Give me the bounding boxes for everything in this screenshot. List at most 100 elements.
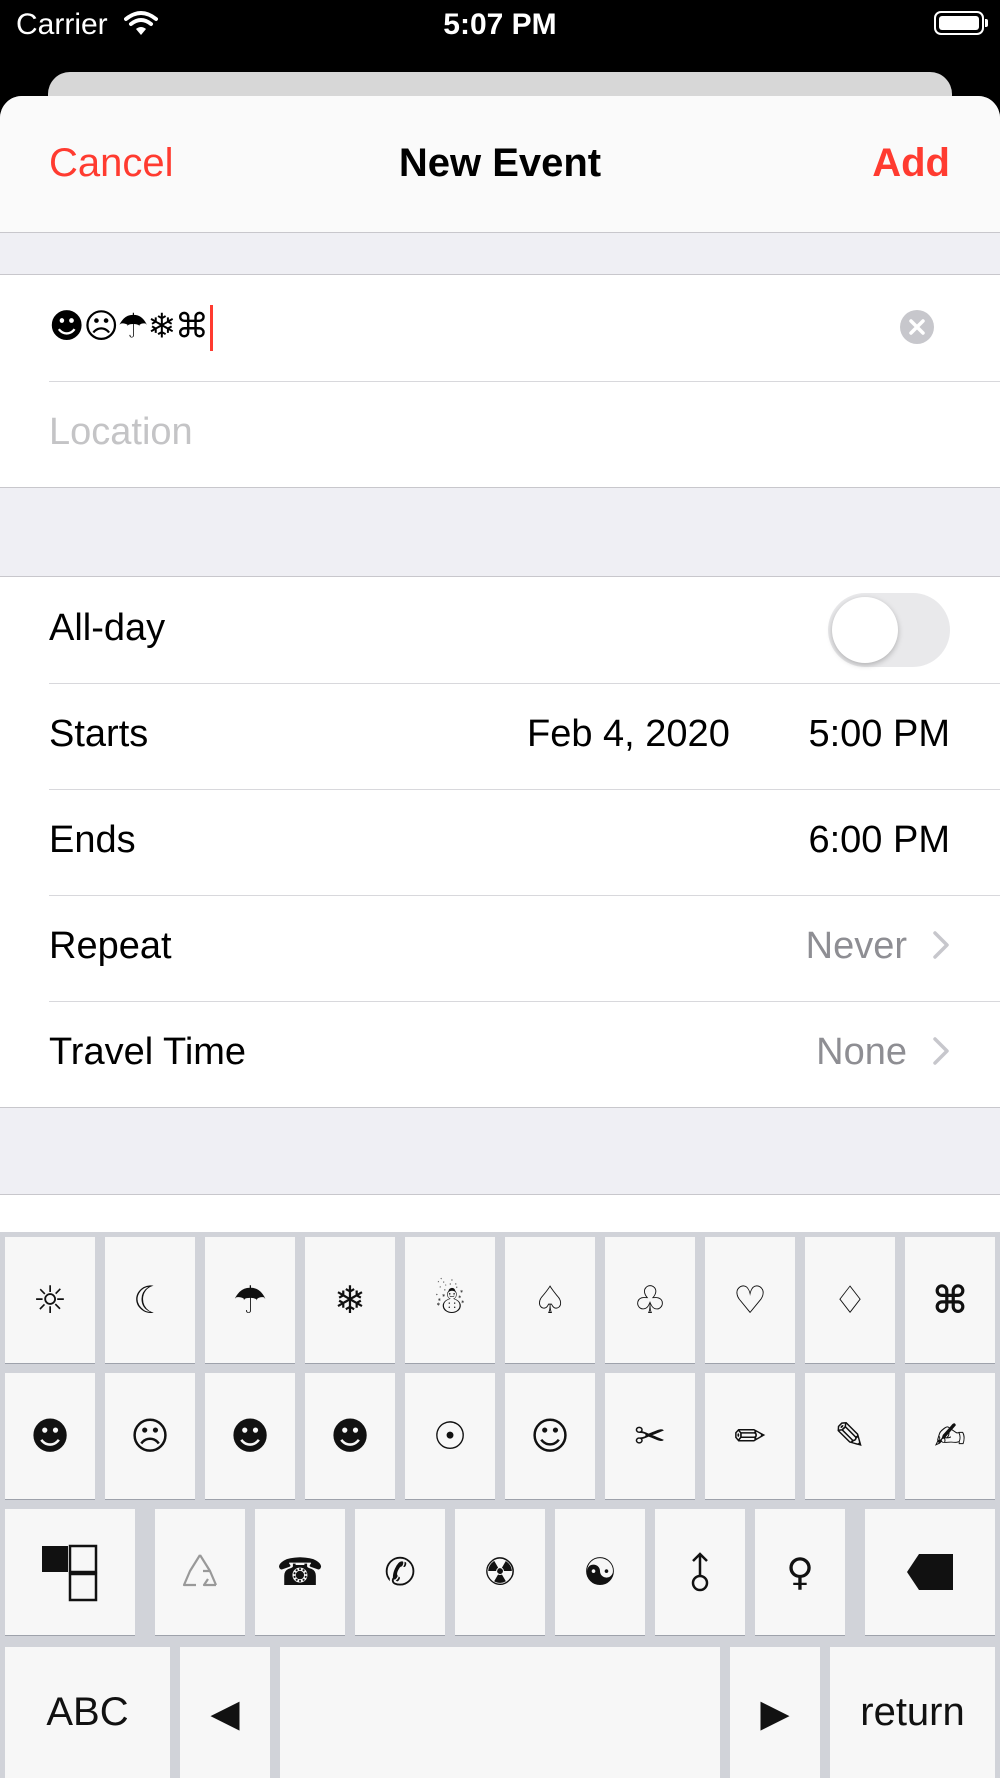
key-phone-circle[interactable]: ✆ xyxy=(355,1509,445,1635)
up-arrow-circle-icon xyxy=(691,1552,709,1592)
key-glyph: ☯ xyxy=(582,1550,618,1594)
abc-key[interactable]: ABC xyxy=(5,1647,170,1778)
delete-key[interactable] xyxy=(865,1509,995,1635)
key-face-outline[interactable]: ☉ xyxy=(405,1373,495,1499)
return-key-label: return xyxy=(860,1690,965,1734)
key-face-outline-2[interactable]: ☺ xyxy=(505,1373,595,1499)
key-frown[interactable]: ☹ xyxy=(105,1373,195,1499)
travel-time-label: Travel Time xyxy=(49,1031,247,1073)
squares-icon xyxy=(42,1544,98,1602)
toggle-knob xyxy=(832,597,898,663)
location-field[interactable]: Location xyxy=(49,411,193,454)
add-button[interactable]: Add xyxy=(872,141,950,186)
all-day-row: All-day xyxy=(0,577,1000,683)
starts-date[interactable]: Feb 4, 2020 xyxy=(527,713,730,756)
title-row[interactable]: ☻☹☂❄⌘ xyxy=(0,275,1000,381)
cursor-right-key[interactable]: ▶ xyxy=(730,1647,820,1778)
text-cursor xyxy=(209,305,213,351)
key-glyph: ♡ xyxy=(732,1278,768,1322)
repeat-row[interactable]: Repeat Never xyxy=(0,895,1000,1001)
key-glyph: ✆ xyxy=(384,1550,416,1594)
ends-row[interactable]: Ends 6:00 PM xyxy=(0,789,1000,895)
key-glyph: ♀ xyxy=(786,1550,814,1594)
travel-time-row[interactable]: Travel Time None xyxy=(0,1001,1000,1107)
page-title: New Event xyxy=(398,141,602,185)
delete-icon xyxy=(907,1554,953,1590)
key-face-dark-2[interactable]: ☻ xyxy=(305,1373,395,1499)
status-bar: Carrier 5:07 PM xyxy=(0,0,1000,56)
cursor-left-icon: ◀ xyxy=(210,1690,240,1735)
key-glyph: ☻ xyxy=(30,1414,70,1458)
clear-icon xyxy=(909,319,925,335)
recycle-icon xyxy=(182,1554,218,1587)
location-row[interactable]: Location xyxy=(0,381,1000,487)
all-day-toggle[interactable] xyxy=(828,593,950,667)
chevron-right-icon xyxy=(933,1037,949,1065)
ends-label: Ends xyxy=(49,819,136,861)
key-heart[interactable]: ♡ xyxy=(705,1237,795,1363)
key-smiley[interactable]: ☻ xyxy=(5,1373,95,1499)
key-glyph: ✎ xyxy=(834,1414,866,1458)
ends-time[interactable]: 6:00 PM xyxy=(808,819,950,862)
title-field-value: ☻☹☂❄⌘ xyxy=(49,306,209,347)
key-club[interactable]: ♧ xyxy=(605,1237,695,1363)
chevron-right-icon xyxy=(933,931,949,959)
key-glyph: ☎ xyxy=(276,1550,324,1594)
key-radioactive[interactable]: ☢ xyxy=(455,1509,545,1635)
key-snowman[interactable]: ☃ xyxy=(405,1237,495,1363)
key-face-dark[interactable]: ☻ xyxy=(205,1373,295,1499)
repeat-label: Repeat xyxy=(49,925,172,967)
key-glyph: ☹ xyxy=(130,1414,170,1458)
key-diamond[interactable]: ♢ xyxy=(805,1237,895,1363)
key-glyph: ♤ xyxy=(532,1278,568,1322)
all-day-label: All-day xyxy=(49,607,166,649)
key-venus[interactable]: ♀ xyxy=(755,1509,845,1635)
key-recycle[interactable] xyxy=(155,1509,245,1635)
key-glyph: ✂ xyxy=(634,1414,666,1458)
key-pencil[interactable]: ✏ xyxy=(705,1373,795,1499)
key-glyph: ☾ xyxy=(132,1278,168,1322)
layout-switch-key[interactable] xyxy=(5,1509,135,1635)
starts-row[interactable]: Starts Feb 4, 2020 5:00 PM xyxy=(0,683,1000,789)
key-sun[interactable]: ☼ xyxy=(5,1237,95,1363)
key-yin-yang[interactable]: ☯ xyxy=(555,1509,645,1635)
key-glyph: ♢ xyxy=(832,1278,868,1322)
symbol-keyboard: ☼ ☾ ☂ ❄ ☃ ♤ ♧ ♡ ♢ ⌘ ☻ ☹ ☻ ☻ ☉ ☺ ✂ ✏ ✎ ✍ … xyxy=(0,1232,1000,1778)
key-command[interactable]: ⌘ xyxy=(905,1237,995,1363)
key-pencil-2[interactable]: ✎ xyxy=(805,1373,895,1499)
key-glyph: ☼ xyxy=(32,1278,68,1322)
title-field[interactable]: ☻☹☂❄⌘ xyxy=(49,305,213,351)
cursor-right-icon: ▶ xyxy=(760,1690,790,1735)
key-glyph: ☂ xyxy=(232,1278,268,1322)
key-umbrella[interactable]: ☂ xyxy=(205,1237,295,1363)
key-glyph: ☃ xyxy=(432,1278,468,1322)
key-glyph: ✏ xyxy=(734,1414,766,1458)
key-glyph: ❄ xyxy=(334,1278,366,1322)
key-glyph: ⌘ xyxy=(932,1278,968,1322)
key-scissors[interactable]: ✂ xyxy=(605,1373,695,1499)
key-spade[interactable]: ♤ xyxy=(505,1237,595,1363)
starts-label: Starts xyxy=(49,713,149,755)
title-location-group: ☻☹☂❄⌘ Location xyxy=(0,274,1000,488)
key-arrow-circle[interactable] xyxy=(655,1509,745,1635)
status-time: 5:07 PM xyxy=(443,8,557,41)
key-glyph: ☉ xyxy=(432,1414,468,1458)
space-key[interactable] xyxy=(280,1647,720,1778)
starts-time[interactable]: 5:00 PM xyxy=(808,713,950,756)
return-key[interactable]: return xyxy=(830,1647,995,1778)
date-time-group: All-day Starts Feb 4, 2020 5:00 PM Ends … xyxy=(0,576,1000,1108)
key-telephone[interactable]: ☎ xyxy=(255,1509,345,1635)
abc-key-label: ABC xyxy=(46,1690,129,1734)
key-glyph: ✍ xyxy=(934,1414,966,1458)
key-glyph: ♧ xyxy=(632,1278,668,1322)
battery-icon xyxy=(934,11,988,35)
cursor-left-key[interactable]: ◀ xyxy=(180,1647,270,1778)
key-moon[interactable]: ☾ xyxy=(105,1237,195,1363)
key-glyph: ☢ xyxy=(482,1550,518,1594)
clear-text-button[interactable] xyxy=(900,310,934,344)
repeat-value: Never xyxy=(805,925,907,967)
travel-time-value: None xyxy=(816,1031,907,1073)
key-writing-hand[interactable]: ✍ xyxy=(905,1373,995,1499)
key-snowflake[interactable]: ❄ xyxy=(305,1237,395,1363)
navigation-bar: Cancel New Event Add xyxy=(0,96,1000,233)
